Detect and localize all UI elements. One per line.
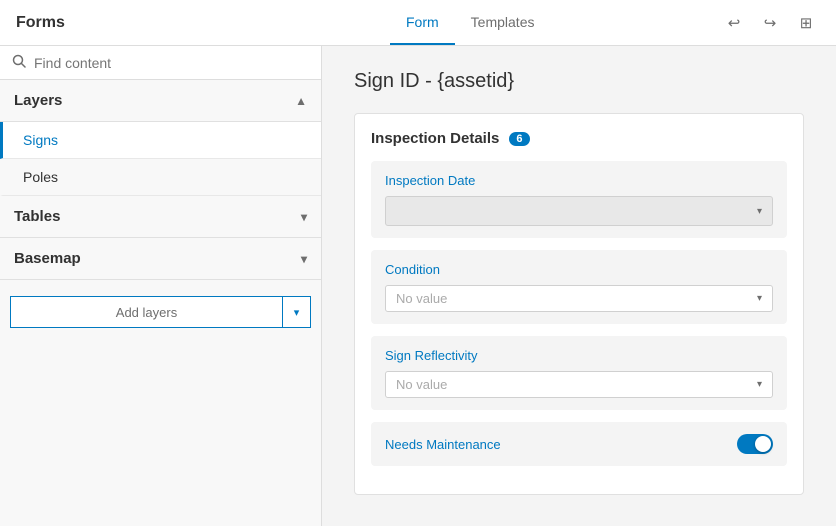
search-icon bbox=[12, 54, 26, 71]
layer-item-signs[interactable]: Signs bbox=[0, 122, 321, 159]
sign-reflectivity-select[interactable]: No value ▾ bbox=[385, 371, 773, 398]
grid-button[interactable]: ⊞ bbox=[792, 9, 820, 37]
content-area: Sign ID - {assetid} Inspection Details 6… bbox=[322, 46, 836, 526]
add-layers-row: Add layers ▾ bbox=[10, 296, 311, 328]
tab-templates[interactable]: Templates bbox=[455, 0, 551, 45]
inspection-date-select[interactable]: ▾ bbox=[385, 196, 773, 226]
tables-chevron-icon: ▾ bbox=[301, 210, 307, 224]
condition-label: Condition bbox=[385, 262, 773, 277]
basemap-section-label: Basemap bbox=[14, 250, 81, 267]
search-bar bbox=[0, 46, 321, 80]
section-card-title: Inspection Details bbox=[371, 130, 499, 147]
main-layout: Layers ▲ Signs Poles Tables ▾ Basemap ▾ … bbox=[0, 46, 836, 526]
top-header: Forms Form Templates ↩ ↪ ⊞ bbox=[0, 0, 836, 46]
field-condition: Condition No value ▾ bbox=[371, 250, 787, 324]
condition-arrow-icon: ▾ bbox=[757, 293, 762, 304]
sign-reflectivity-value: No value bbox=[396, 377, 447, 392]
sign-reflectivity-label: Sign Reflectivity bbox=[385, 348, 773, 363]
section-badge: 6 bbox=[509, 132, 529, 146]
inspection-details-card: Inspection Details 6 Inspection Date ▾ C… bbox=[354, 113, 804, 495]
tables-section-label: Tables bbox=[14, 208, 60, 225]
condition-value: No value bbox=[396, 291, 447, 306]
add-layers-dropdown-icon: ▾ bbox=[294, 306, 300, 319]
undo-button[interactable]: ↩ bbox=[720, 9, 748, 37]
page-title: Sign ID - {assetid} bbox=[354, 70, 804, 93]
app-title: Forms bbox=[16, 14, 96, 32]
basemap-section-header[interactable]: Basemap ▾ bbox=[0, 238, 321, 280]
redo-button[interactable]: ↪ bbox=[756, 9, 784, 37]
basemap-chevron-icon: ▾ bbox=[301, 252, 307, 266]
needs-maintenance-label: Needs Maintenance bbox=[385, 437, 501, 452]
layers-section-header[interactable]: Layers ▲ bbox=[0, 80, 321, 122]
undo-icon: ↩ bbox=[728, 14, 741, 32]
toggle-knob bbox=[755, 436, 771, 452]
inspection-date-label: Inspection Date bbox=[385, 173, 773, 188]
layer-item-poles[interactable]: Poles bbox=[0, 159, 321, 196]
tables-section-header[interactable]: Tables ▾ bbox=[0, 196, 321, 238]
field-sign-reflectivity: Sign Reflectivity No value ▾ bbox=[371, 336, 787, 410]
layers-items: Signs Poles bbox=[0, 122, 321, 196]
inspection-date-arrow-icon: ▾ bbox=[757, 206, 762, 217]
redo-icon: ↪ bbox=[764, 14, 777, 32]
sidebar: Layers ▲ Signs Poles Tables ▾ Basemap ▾ … bbox=[0, 46, 322, 526]
tab-bar: Form Templates bbox=[390, 0, 720, 45]
header-actions: ↩ ↪ ⊞ bbox=[720, 9, 820, 37]
grid-icon: ⊞ bbox=[800, 14, 813, 32]
layers-section-label: Layers bbox=[14, 92, 62, 109]
sign-reflectivity-arrow-icon: ▾ bbox=[757, 379, 762, 390]
tab-form[interactable]: Form bbox=[390, 0, 455, 45]
condition-select[interactable]: No value ▾ bbox=[385, 285, 773, 312]
section-card-header: Inspection Details 6 bbox=[371, 130, 787, 147]
field-inspection-date: Inspection Date ▾ bbox=[371, 161, 787, 238]
field-needs-maintenance: Needs Maintenance bbox=[371, 422, 787, 466]
layers-chevron-icon: ▲ bbox=[295, 94, 307, 108]
add-layers-dropdown-button[interactable]: ▾ bbox=[282, 297, 310, 327]
needs-maintenance-toggle[interactable] bbox=[737, 434, 773, 454]
search-input[interactable] bbox=[34, 55, 309, 71]
add-layers-button[interactable]: Add layers bbox=[11, 297, 282, 327]
